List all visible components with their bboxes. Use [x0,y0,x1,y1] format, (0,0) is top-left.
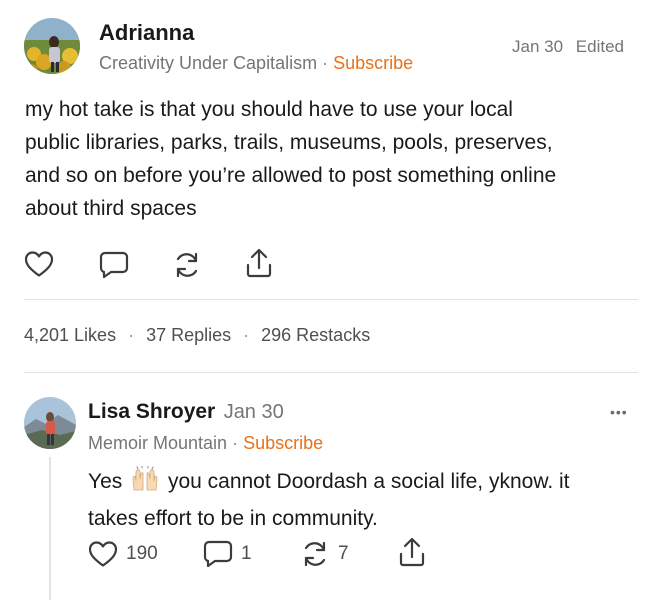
post-body-line: my hot take is that you should have to u… [25,98,513,121]
post-body: my hot take is that you should have to u… [25,93,655,225]
reply-subscribe-link[interactable]: Subscribe [243,433,323,453]
reply-comment-count: 1 [241,543,252,564]
publication-name[interactable]: Creativity Under Capitalism [99,53,317,73]
reply-body-line: takes effort to be in community. [88,507,378,530]
raised-hands-emoji [130,465,160,502]
reply-body: Yes you cannot Doordash a social life, y… [88,465,658,535]
replies-count[interactable]: 37 Replies [146,325,231,345]
reply-text-rest: you cannot Doordash a social life, yknow… [167,470,570,493]
reply-like-count: 190 [126,543,158,564]
restack-icon [304,541,326,567]
raised-hands-icon [132,465,158,491]
restack-icon [176,252,198,278]
reply-body-line: Yes you cannot Doordash a social life, y… [88,465,658,502]
reply-comment-button[interactable]: 1 [203,539,252,569]
reply-publication-line: Memoir Mountain · Subscribe [88,433,323,454]
post-body-line: about third spaces [25,197,197,220]
stats-separator: · [128,325,135,345]
publication-line: Creativity Under Capitalism · Subscribe [99,53,413,74]
thread-line [49,457,51,600]
publication-separator: · [322,53,329,73]
heart-icon [88,541,118,567]
reply-date[interactable]: Jan 30 [224,401,284,423]
divider [24,372,638,373]
edited-label: Edited [575,37,624,56]
likes-count[interactable]: 4,201 Likes [24,325,116,345]
subscribe-link[interactable]: Subscribe [333,53,413,73]
reply-avatar[interactable] [24,397,76,449]
comment-icon [99,251,129,279]
post-date[interactable]: Jan 30 [512,37,563,56]
reply-avatar-image [24,397,76,449]
author-name[interactable]: Adrianna [99,20,194,46]
post-stats: 4,201 Likes · 37 Replies · 296 Restacks [24,325,370,346]
reply-like-button[interactable]: 190 [88,540,158,568]
comment-icon [203,540,233,568]
like-button[interactable] [24,250,54,278]
share-button[interactable] [244,247,274,279]
restacks-count[interactable]: 296 Restacks [261,325,370,345]
post-body-line: and so on before you’re allowed to post … [25,164,557,187]
heart-icon [24,251,54,277]
restack-button[interactable] [172,250,202,280]
post-meta: Jan 30 Edited [512,37,624,57]
reply-publication-separator: · [232,433,239,453]
post-body-line: public libraries, parks, trails, museums… [25,131,553,154]
more-options-button[interactable]: ••• [610,404,628,420]
reply-publication-name[interactable]: Memoir Mountain [88,433,227,453]
reply-share-button[interactable] [397,536,427,568]
reply-button[interactable] [99,250,129,280]
share-icon [399,537,425,567]
stats-separator: · [243,325,250,345]
share-icon [246,248,272,278]
reply-header: Lisa Shroyer Jan 30 [88,400,284,424]
divider [24,299,638,300]
reply-text-start: Yes [88,470,123,493]
reply-restack-button[interactable]: 7 [300,539,349,569]
author-avatar-image [24,18,80,74]
author-avatar[interactable] [24,18,80,74]
reply-author-name[interactable]: Lisa Shroyer [88,400,215,423]
reply-restack-count: 7 [338,543,349,564]
